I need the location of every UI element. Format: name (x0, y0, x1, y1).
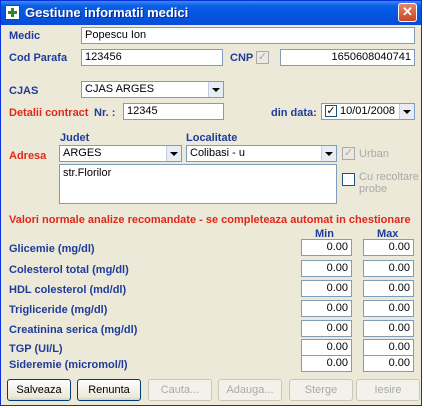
analysis-min-input[interactable]: 0.00 (301, 239, 352, 256)
cnp-input[interactable]: 1650608040741 (280, 49, 415, 66)
din-data-label: din data: (271, 107, 317, 119)
analysis-max-input[interactable]: 0.00 (363, 280, 414, 297)
localitate-label: Localitate (186, 132, 238, 144)
analysis-max-input[interactable]: 0.00 (363, 300, 414, 317)
analysis-name: Trigliceride (mg/dl) (9, 304, 108, 316)
analysis-max-input[interactable]: 0.00 (363, 239, 414, 256)
judet-value: ARGES (63, 147, 102, 159)
localitate-value: Colibasi - u (190, 147, 246, 159)
detalii-contract-label: Detalii contract (9, 107, 89, 119)
urban-label: Urban (359, 148, 389, 160)
cu-recoltare-checkbox[interactable] (342, 173, 355, 186)
cnp-label: CNP (230, 52, 254, 64)
cjas-value: CJAS ARGES (85, 83, 155, 95)
salveaza-button[interactable]: Salveaza (7, 379, 71, 401)
nr-input[interactable]: 12345 (123, 103, 224, 120)
window-title: Gestiune informatii medici (25, 5, 189, 20)
date-checkbox[interactable]: ✓ (325, 105, 337, 117)
cjas-combo[interactable]: CJAS ARGES (81, 81, 224, 98)
cod-parafa-input[interactable]: 123456 (81, 49, 223, 66)
analysis-max-input[interactable]: 0.00 (363, 260, 414, 277)
analysis-min-input[interactable]: 0.00 (301, 339, 352, 356)
iesire-button[interactable]: Iesire (356, 379, 420, 401)
analyses-heading: Valori normale analize recomandate - se … (9, 214, 411, 226)
analysis-max-input[interactable]: 0.00 (363, 339, 414, 356)
analysis-name: Colesterol total (mg/dl) (9, 264, 129, 276)
analysis-max-input[interactable]: 0.00 (363, 355, 414, 372)
analysis-name: Creatinina serica (mg/dl) (9, 324, 138, 336)
cjas-label: CJAS (9, 85, 39, 97)
cauta-button[interactable]: Cauta... (148, 379, 212, 401)
medic-label: Medic (9, 30, 41, 42)
judet-combo[interactable]: ARGES (59, 145, 182, 162)
analysis-name: Sideremie (micromol/l) (9, 359, 128, 371)
judet-label: Judet (60, 132, 90, 144)
analysis-min-input[interactable]: 0.00 (301, 260, 352, 277)
urban-checkbox[interactable]: ✓ (342, 147, 355, 160)
cnp-checkbox[interactable]: ✓ (256, 51, 269, 64)
sterge-button[interactable]: Sterge (289, 379, 353, 401)
window: Gestiune informatii medici ✕ Medic Popes… (0, 0, 422, 406)
nr-label: Nr. : (94, 107, 116, 119)
strada-textarea[interactable]: str.Florilor (59, 164, 337, 204)
analysis-name: TGP (UI/L) (9, 343, 63, 355)
title-bar[interactable]: Gestiune informatii medici ✕ (1, 1, 421, 25)
cod-parafa-label: Cod Parafa (9, 52, 68, 64)
analysis-min-input[interactable]: 0.00 (301, 320, 352, 337)
analysis-max-input[interactable]: 0.00 (363, 320, 414, 337)
close-button[interactable]: ✕ (398, 3, 417, 22)
calendar-dropdown-icon[interactable] (399, 104, 414, 119)
cu-recoltare-label-line2: probe (359, 183, 388, 195)
adauga-button[interactable]: Adauga... (218, 379, 282, 401)
chevron-down-icon[interactable] (166, 146, 181, 161)
localitate-combo[interactable]: Colibasi - u (186, 145, 337, 162)
date-value: 10/01/2008 (340, 105, 396, 117)
chevron-down-icon[interactable] (321, 146, 336, 161)
chevron-down-icon[interactable] (208, 82, 223, 97)
date-picker[interactable]: ✓ 10/01/2008 (321, 103, 415, 120)
cu-recoltare-label-line1: Cu recoltare (359, 171, 419, 183)
analysis-min-input[interactable]: 0.00 (301, 300, 352, 317)
medic-input[interactable]: Popescu Ion (81, 27, 415, 44)
analysis-name: HDL colesterol (md/dl) (9, 284, 127, 296)
adresa-label: Adresa (9, 150, 47, 162)
medical-cross-icon (5, 5, 20, 20)
renunta-button[interactable]: Renunta (77, 379, 141, 401)
analysis-name: Glicemie (mg/dl) (9, 243, 95, 255)
analysis-min-input[interactable]: 0.00 (301, 280, 352, 297)
analysis-min-input[interactable]: 0.00 (301, 355, 352, 372)
